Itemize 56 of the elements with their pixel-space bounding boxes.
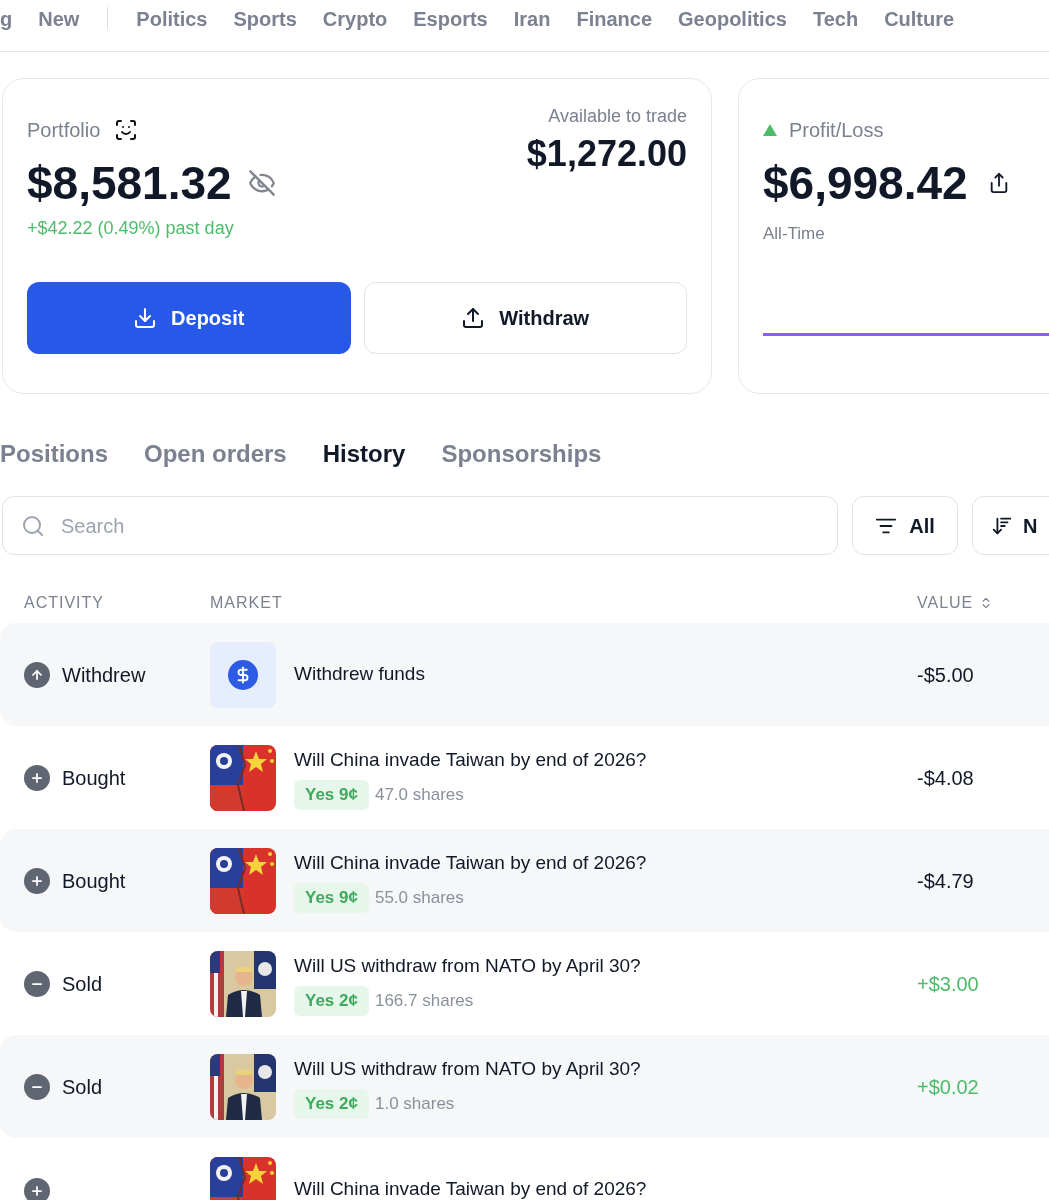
activity-label: Bought (62, 765, 126, 791)
activity-label: Withdrew (62, 662, 146, 688)
activity-label: Sold (62, 1074, 103, 1100)
outcome-badge: Yes 2¢ (294, 986, 369, 1016)
search-input[interactable]: Search (61, 510, 837, 541)
profit-loss-value: $6,998.42 (763, 156, 968, 211)
column-header[interactable]: VALUE (917, 591, 974, 615)
tab[interactable]: History (322, 436, 406, 472)
nav-link[interactable]: Iran (513, 4, 551, 34)
available-value: $1,272.00 (526, 132, 687, 176)
portfolio-value: $8,581.32 (27, 156, 232, 211)
shares-count: 166.7 shares (374, 990, 474, 1012)
tab[interactable]: Positions (0, 436, 108, 472)
portfolio-label: Portfolio (27, 118, 101, 143)
column-header: ACTIVITY (23, 593, 105, 613)
market-title[interactable]: Will China invade Taiwan by end of 2026? (294, 745, 647, 774)
nav-link[interactable]: Finance (576, 4, 652, 34)
value-amount: -$4.79 (917, 868, 974, 894)
nav-link[interactable]: g (0, 4, 13, 34)
activity-label: Sold (62, 971, 103, 997)
tab[interactable]: Open orders (144, 436, 287, 472)
value-amount: -$4.08 (917, 765, 974, 791)
value-amount: +$3.00 (917, 971, 979, 997)
nav-link[interactable]: Culture (884, 4, 955, 34)
outcome-badge: Yes 2¢ (294, 1089, 369, 1119)
nav-link[interactable]: New (38, 4, 80, 34)
value-amount: +$0.02 (917, 1074, 979, 1100)
outcome-badge: Yes 9¢ (294, 883, 369, 913)
shares-count: 47.0 shares (374, 784, 464, 806)
search-field[interactable]: Search (2, 496, 838, 555)
nav-link[interactable]: Tech (812, 4, 859, 34)
deposit-button[interactable]: Deposit (27, 282, 351, 354)
daily-change: +$42.22 (0.49%) past day (27, 217, 235, 240)
outcome-badge: Yes 9¢ (294, 780, 369, 810)
market-title[interactable]: Will US withdraw from NATO by April 30? (294, 951, 641, 980)
sort-button[interactable]: N (972, 496, 1049, 555)
market-title[interactable]: Will China invade Taiwan by end of 2026? (294, 1175, 647, 1200)
shares-count: 55.0 shares (374, 887, 464, 909)
column-header: MARKET (210, 593, 284, 613)
shares-count: 1.0 shares (374, 1093, 455, 1115)
filter-button[interactable]: All (852, 496, 958, 555)
nav-link[interactable]: Crypto (322, 4, 388, 34)
nav-link[interactable]: Sports (233, 4, 297, 34)
nav-link[interactable]: Esports (413, 4, 488, 34)
profit-loss-label: Profit/Loss (789, 118, 884, 143)
period-label: All-Time (763, 223, 826, 245)
market-title[interactable]: Will China invade Taiwan by end of 2026? (294, 848, 647, 877)
available-label: Available to trade (548, 105, 687, 128)
nav-link[interactable]: Politics (136, 4, 208, 34)
market-title[interactable]: Will US withdraw from NATO by April 30? (294, 1054, 641, 1083)
withdraw-button[interactable]: Withdraw (363, 282, 687, 354)
activity-label: Bought (62, 868, 126, 894)
value-amount: -$5.00 (917, 662, 974, 688)
tab[interactable]: Sponsorships (441, 436, 602, 472)
market-title[interactable]: Withdrew funds (294, 660, 425, 689)
nav-link[interactable]: Geopolitics (678, 4, 787, 34)
